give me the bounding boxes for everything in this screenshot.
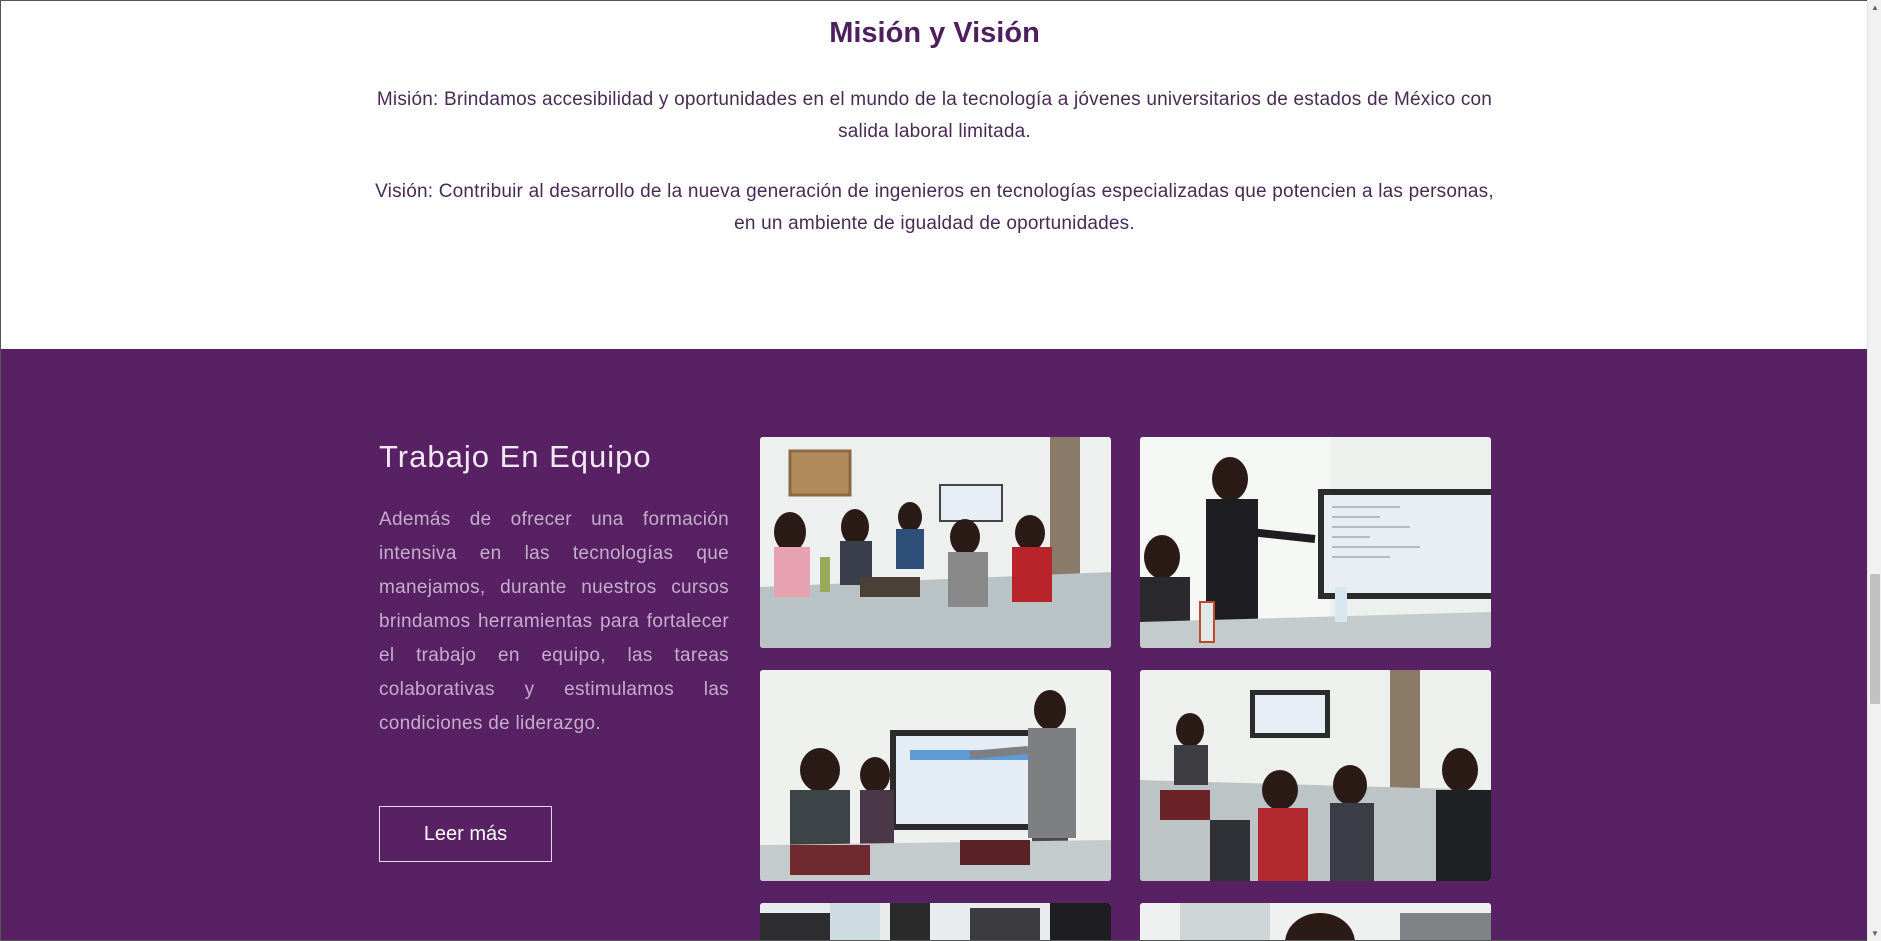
team-photo-1 bbox=[760, 437, 1111, 648]
vision-text: Visión: Contribuir al desarrollo de la n… bbox=[375, 181, 1494, 234]
read-more-button[interactable]: Leer más bbox=[379, 806, 552, 862]
page: Misión y Visión Misión: Brindamos accesi… bbox=[0, 0, 1867, 941]
team-photo-5 bbox=[760, 903, 1111, 940]
team-photo-2 bbox=[1140, 437, 1491, 648]
team-photo-4 bbox=[1140, 670, 1491, 881]
team-section: Trabajo En Equipo Además de ofrecer una … bbox=[1, 349, 1867, 940]
section-title: Misión y Visión bbox=[829, 17, 1040, 49]
team-photo-6 bbox=[1140, 903, 1491, 940]
team-description: Además de ofrecer una formación intensiv… bbox=[379, 509, 729, 734]
vertical-scrollbar[interactable]: ▲ ▼ bbox=[1867, 0, 1881, 941]
mision-text: Misión: Brindamos accesibilidad y oportu… bbox=[376, 89, 1493, 142]
triangle-down-icon[interactable]: ▼ bbox=[1868, 926, 1881, 941]
scrollbar-thumb[interactable] bbox=[1870, 574, 1880, 704]
team-photo-3 bbox=[760, 670, 1111, 881]
mision-vision-section: Misión y Visión Misión: Brindamos accesi… bbox=[1, 1, 1867, 349]
triangle-up-icon[interactable]: ▲ bbox=[1868, 0, 1881, 15]
team-title: Trabajo En Equipo bbox=[379, 439, 652, 474]
